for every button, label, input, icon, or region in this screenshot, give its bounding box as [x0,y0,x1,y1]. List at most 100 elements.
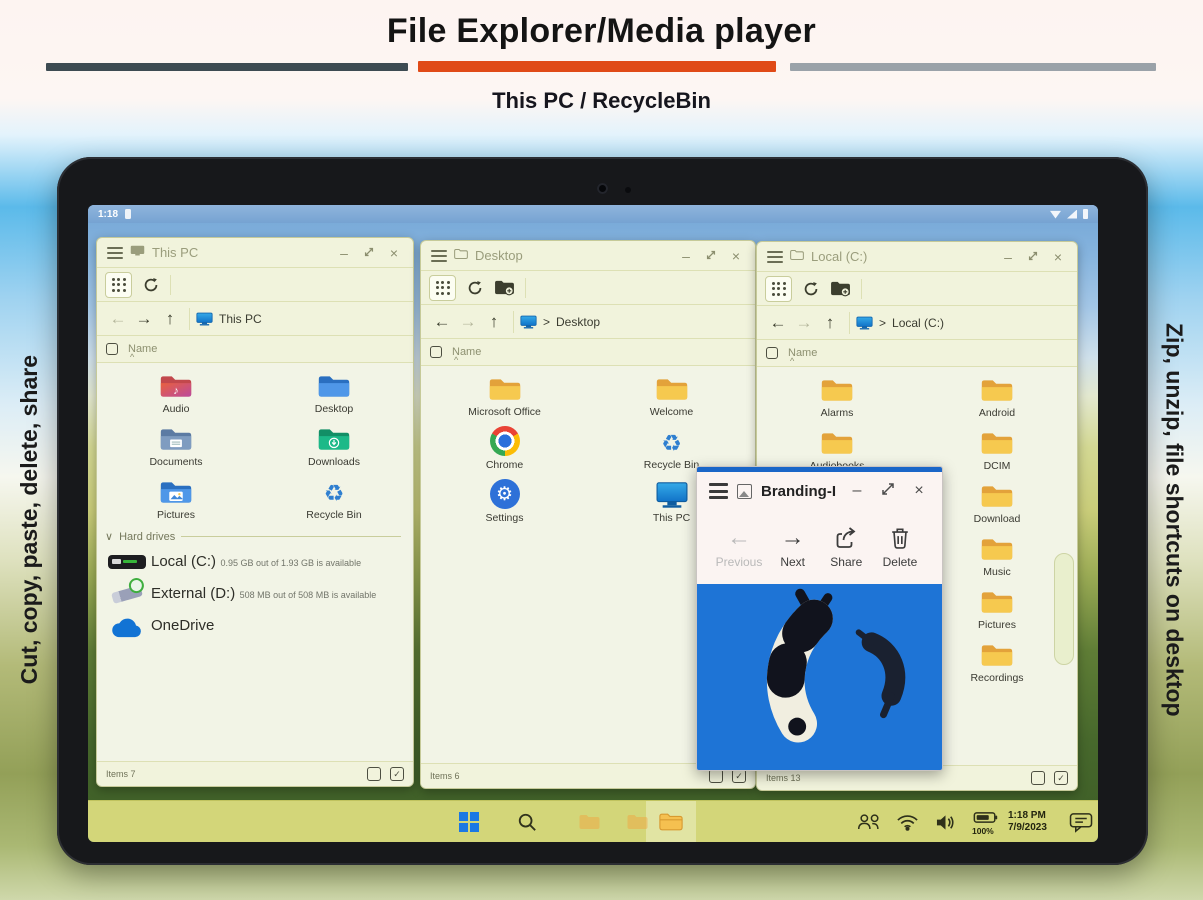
taskbar: 100% 1:18 PM 7/9/2023 [88,800,1098,842]
breadcrumb[interactable]: > Desktop [520,315,600,329]
recent-app-icon[interactable] [574,801,604,842]
view-grid-button[interactable] [429,274,456,301]
drive-local-c[interactable]: Local (C:) 0.95 GB out of 1.93 GB is ava… [97,547,413,579]
select-all-checkbox[interactable] [106,343,118,355]
file-explorer-task-icon[interactable] [656,801,686,842]
maximize-button[interactable] [877,482,899,501]
promo-page: File Explorer/Media player This PC / Rec… [0,0,1203,900]
forward-button[interactable]: → [791,313,817,333]
sort-caret-icon[interactable]: ^ [454,355,458,365]
new-folder-button[interactable] [830,280,851,297]
desktop-folder-icon [317,372,351,400]
items-count: Items 13 [766,773,801,783]
item-microsoft-office[interactable]: Microsoft Office [421,370,588,423]
item-settings[interactable]: Settings [421,476,588,529]
maximize-button[interactable] [1024,250,1042,264]
item-welcome[interactable]: Welcome [588,370,755,423]
items-count: Items 6 [430,771,460,781]
back-button[interactable]: ← [429,312,455,332]
select-all-toggle[interactable]: ✓ [732,769,746,783]
minimize-button[interactable]: – [677,249,695,263]
status-bar: Items 7 ✓ [97,761,413,786]
item-documents[interactable]: Documents [97,420,255,473]
item-android[interactable]: Android [917,371,1077,424]
item-downloads[interactable]: Downloads [255,420,413,473]
close-button[interactable]: × [908,482,930,500]
view-grid-button[interactable] [765,275,792,302]
item-pictures[interactable]: Pictures [97,473,255,526]
menu-icon[interactable] [767,250,783,263]
edge-panel-handle[interactable] [1054,553,1074,665]
previous-button[interactable]: ← Previous [713,525,765,569]
status-battery-icon [125,209,132,219]
refresh-button[interactable] [142,276,160,294]
back-button[interactable]: ← [105,309,131,329]
share-button[interactable]: Share [820,526,872,569]
next-button[interactable]: → Next [767,525,819,569]
notifications-button[interactable] [1066,801,1096,842]
menu-icon[interactable] [107,246,123,259]
wifi-button[interactable] [892,801,922,842]
volume-button[interactable] [930,801,960,842]
new-folder-button[interactable] [494,279,515,296]
breadcrumb[interactable]: > Local (C:) [856,316,944,330]
minimize-button[interactable]: – [335,246,353,260]
recycle-bin-icon [661,428,682,456]
up-button[interactable]: ↑ [481,312,507,332]
close-button[interactable]: × [385,246,403,260]
up-button[interactable]: ↑ [157,309,183,329]
close-button[interactable]: × [727,249,745,263]
hdd-icon [103,553,151,571]
item-recycle-bin[interactable]: Recycle Bin [255,473,413,526]
titlebar[interactable]: Local (C:) – × [757,242,1077,272]
select-all-checkbox[interactable] [766,347,778,359]
view-grid-button[interactable] [105,271,132,298]
recent-app-icon[interactable] [622,801,652,842]
up-button[interactable]: ↑ [817,313,843,333]
maximize-button[interactable] [360,246,378,260]
sort-caret-icon[interactable]: ^ [130,352,134,362]
clock[interactable]: 1:18 PM 7/9/2023 [1008,801,1047,842]
search-button[interactable] [512,801,542,842]
select-all-checkbox[interactable] [430,346,442,358]
android-status-bar: 1:18 [88,205,1098,223]
image-preview-koi-fish[interactable] [697,584,942,770]
titlebar[interactable]: Desktop – × [421,241,755,271]
menu-icon[interactable] [431,249,447,262]
item-alarms[interactable]: Alarms [757,371,917,424]
sensor-dot [625,187,631,193]
toolbar [421,271,755,305]
deselect-toggle[interactable] [1031,771,1045,785]
item-audio[interactable]: ♪ Audio [97,367,255,420]
minimize-button[interactable]: – [999,250,1017,264]
drive-external-d[interactable]: External (D:) 508 MB out of 508 MB is av… [97,579,413,611]
deselect-toggle[interactable] [709,769,723,783]
viewer-toolbar: ← Previous → Next Share Delete [697,510,942,584]
item-chrome[interactable]: Chrome [421,423,588,476]
folder-icon [980,482,1014,510]
settings-gear-icon [489,479,520,509]
close-button[interactable]: × [1049,250,1067,264]
delete-button[interactable]: Delete [874,526,926,569]
back-button[interactable]: ← [765,313,791,333]
select-all-toggle[interactable]: ✓ [1054,771,1068,785]
refresh-button[interactable] [466,279,484,297]
refresh-button[interactable] [802,280,820,298]
item-desktop[interactable]: Desktop [255,367,413,420]
forward-button[interactable]: → [455,312,481,332]
sort-caret-icon[interactable]: ^ [790,356,794,366]
select-all-toggle[interactable]: ✓ [390,767,404,781]
titlebar[interactable]: Branding-I – × [697,472,942,510]
minimize-button[interactable]: – [846,482,868,500]
deselect-toggle[interactable] [367,767,381,781]
drive-onedrive[interactable]: OneDrive [97,611,413,649]
people-button[interactable] [852,801,886,842]
menu-icon[interactable] [709,483,728,499]
start-button[interactable] [454,801,484,842]
breadcrumb[interactable]: This PC [196,312,262,326]
titlebar[interactable]: This PC – × [97,238,413,268]
window-icon [454,247,468,265]
maximize-button[interactable] [702,249,720,263]
forward-button[interactable]: → [131,309,157,329]
hard-drives-section[interactable]: ∨ Hard drives [97,526,413,547]
